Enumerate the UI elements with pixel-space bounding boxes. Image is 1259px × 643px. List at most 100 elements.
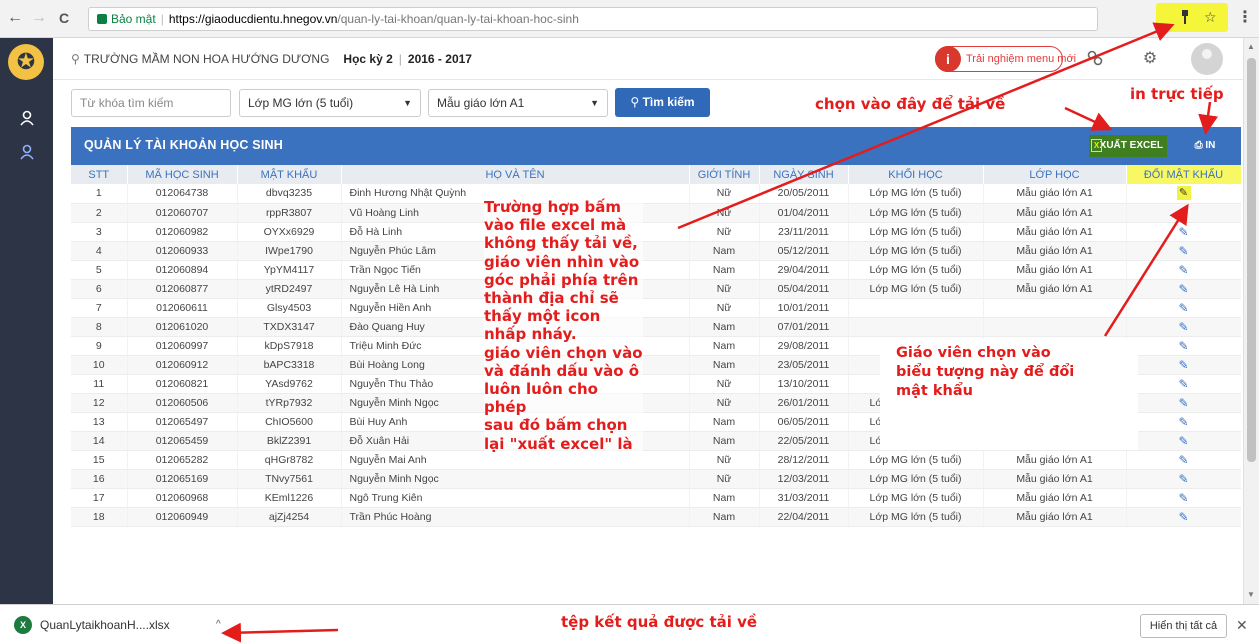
edit-password-icon[interactable]: ✎ (1178, 453, 1188, 467)
gear-icon[interactable]: ⚙ (1140, 49, 1160, 69)
edit-password-icon[interactable]: ✎ (1178, 225, 1188, 239)
table-cell: 01/04/2011 (759, 203, 849, 223)
try-new-menu-label: Trải nghiệm menu mới (966, 53, 1077, 65)
export-excel-button[interactable]: X XUẤT EXCEL (1089, 135, 1167, 157)
edit-password-icon[interactable]: ✎ (1178, 301, 1188, 315)
table-cell: Nữ (689, 203, 760, 223)
page-scrollbar[interactable]: ▲ ▼ (1243, 38, 1259, 604)
annotation-line: Trường hợp bấm (484, 198, 622, 216)
annotation-line: phép (484, 398, 527, 417)
edit-password-icon[interactable]: ✎ (1176, 186, 1191, 201)
table-cell (983, 317, 1127, 337)
url-path: /quan-ly-tai-khoan/quan-ly-tai-khoan-hoc… (337, 12, 579, 26)
table-cell: Lớp MG lớn (5 tuổi) (848, 241, 984, 261)
edit-password-icon[interactable]: ✎ (1178, 244, 1188, 258)
try-new-menu-button[interactable]: i Trải nghiệm menu mới (935, 46, 1076, 72)
change-password-cell: ✎ (1126, 374, 1241, 394)
students-icon[interactable] (17, 144, 37, 164)
edit-password-icon[interactable]: ✎ (1178, 320, 1188, 334)
column-header: ĐỔI MẬT KHẨU (1126, 165, 1241, 184)
edit-password-icon[interactable]: ✎ (1178, 434, 1188, 448)
scroll-thumb[interactable] (1247, 58, 1256, 462)
search-input[interactable] (80, 96, 220, 110)
annotation-teacher-instructions: Trường hợp bấm vào file excel mà không thấ… (484, 198, 643, 453)
table-cell: 012060877 (127, 279, 238, 299)
table-cell: 012060982 (127, 222, 238, 242)
arrow-to-export-excel (1064, 106, 1113, 131)
popup-blocked-icon[interactable] (1180, 9, 1190, 28)
table-cell: Mẫu giáo lớn A1 (983, 469, 1127, 489)
annotation-line: và đánh dấu vào ô (484, 361, 640, 380)
search-button[interactable]: ⚲ Tìm kiếm (615, 88, 710, 117)
table-cell: 1 (71, 184, 128, 204)
print-label: IN (1205, 140, 1216, 151)
table-cell (848, 298, 984, 318)
class-select[interactable]: Mẫu giáo lớn A1 ▼ (428, 89, 608, 117)
app-header: ⚲ TRƯỜNG MẦM NON HOA HƯỚNG DƯƠNG Học kỳ 2 |… (53, 38, 1259, 80)
url-separator: | (160, 12, 164, 26)
change-password-cell: ✎ (1126, 355, 1241, 375)
table-row: 18 012060949 ajZj4254 Trần Phúc Hoàng Nam 22/… (71, 507, 1241, 527)
reload-icon[interactable]: C (55, 9, 73, 27)
edit-password-icon[interactable]: ✎ (1178, 339, 1188, 353)
table-cell: 012065169 (127, 469, 238, 489)
edit-password-icon[interactable]: ✎ (1178, 263, 1188, 277)
downloaded-file[interactable]: X QuanLytaikhoanH....xlsx (14, 614, 170, 636)
table-cell: 14 (71, 431, 128, 451)
table-cell: kDpS7918 (237, 336, 342, 356)
table-header-row: STT MÃ HỌC SINH MẬT KHẨU HỌ VÀ TÊN GIỚI TÍNH… (71, 165, 1241, 184)
table-cell: IWpe1790 (237, 241, 342, 261)
edit-password-icon[interactable]: ✎ (1178, 396, 1188, 410)
school-name: TRƯỜNG MẦM NON HOA HƯỚNG DƯƠNG (83, 52, 330, 66)
show-all-downloads-button[interactable]: Hiển thị tất cả (1140, 614, 1227, 638)
table-cell: OYXx6929 (237, 222, 342, 242)
table-cell: 012060933 (127, 241, 238, 261)
change-password-cell: ✎ (1126, 298, 1241, 318)
table-cell: Nam (689, 241, 760, 261)
browser-menu-icon[interactable]: ⋮ (1236, 9, 1254, 27)
column-header: MÃ HỌC SINH (127, 165, 238, 184)
table-cell: 3 (71, 222, 128, 242)
annotation-line: Giáo viên chọn vào (896, 345, 1051, 361)
edit-password-icon[interactable]: ✎ (1178, 510, 1188, 524)
back-icon[interactable]: ← (6, 9, 24, 27)
table-cell: Mẫu giáo lớn A1 (983, 450, 1127, 470)
change-password-cell: ✎ (1126, 336, 1241, 356)
hanoi-logo-icon[interactable]: ✪ (8, 44, 44, 80)
scroll-up-icon[interactable]: ▲ (1247, 42, 1255, 51)
scroll-down-icon[interactable]: ▼ (1247, 590, 1255, 599)
term-separator: | (398, 52, 402, 66)
keyword-search-field[interactable] (71, 89, 231, 117)
edit-password-icon[interactable]: ✎ (1178, 358, 1188, 372)
edit-password-icon[interactable]: ✎ (1178, 491, 1188, 505)
chevron-up-icon[interactable]: ^ (216, 619, 221, 630)
edit-password-icon[interactable]: ✎ (1178, 377, 1188, 391)
close-icon[interactable]: ✕ (1236, 617, 1248, 634)
class-select-value: Mẫu giáo lớn A1 (437, 96, 525, 110)
avatar[interactable] (1191, 43, 1223, 75)
table-cell (848, 317, 984, 337)
forward-icon[interactable]: → (30, 9, 48, 27)
annotation-change-password: Giáo viên chọn vào biểu tượng này để đổi m… (896, 344, 1074, 401)
table-cell: 10 (71, 355, 128, 375)
edit-password-icon[interactable]: ✎ (1178, 282, 1188, 296)
table-cell: 4 (71, 241, 128, 261)
change-password-cell: ✎ (1126, 241, 1241, 261)
grade-select[interactable]: Lớp MG lớn (5 tuổi) ▼ (239, 89, 421, 117)
edit-password-icon[interactable]: ✎ (1178, 415, 1188, 429)
edit-password-icon[interactable]: ✎ (1178, 206, 1188, 220)
column-header: MẬT KHẨU (237, 165, 342, 184)
table-cell: Nữ (689, 184, 760, 204)
link-icon[interactable] (1085, 49, 1105, 69)
table-cell: bAPC3318 (237, 355, 342, 375)
table-cell: Nữ (689, 393, 760, 413)
print-button[interactable]: ⎙ IN (1183, 135, 1227, 157)
user-account-icon[interactable] (17, 110, 37, 130)
table-cell: 23/05/2011 (759, 355, 849, 375)
table-cell: 012060611 (127, 298, 238, 318)
table-cell: Mẫu giáo lớn A1 (983, 488, 1127, 508)
change-password-cell: ✎ (1126, 203, 1241, 223)
edit-password-icon[interactable]: ✎ (1178, 472, 1188, 486)
star-icon[interactable]: ☆ (1204, 9, 1217, 25)
address-bar[interactable]: Bảo mật | https://giaoducdientu.hnegov.vn/… (88, 7, 1098, 31)
